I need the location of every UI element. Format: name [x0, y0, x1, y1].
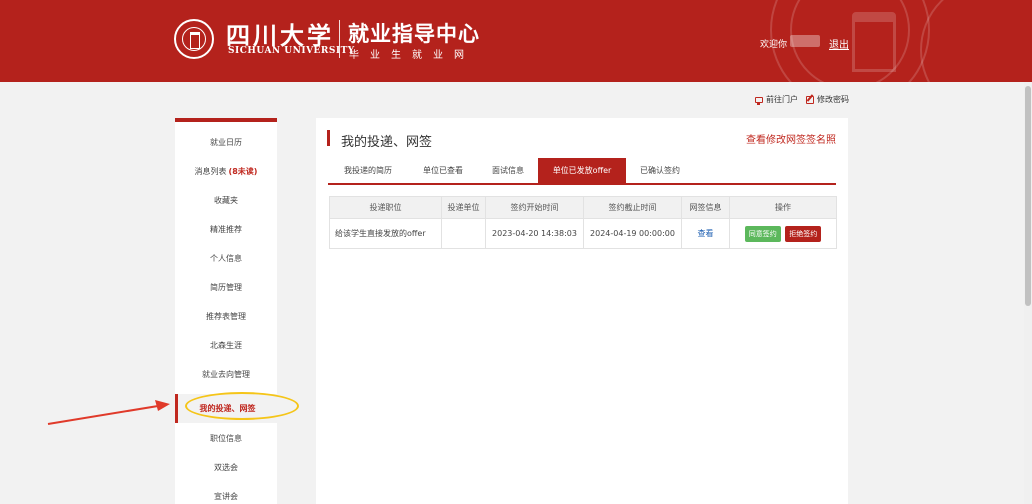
edit-icon: [806, 95, 814, 104]
agree-sign-button[interactable]: 同意签约: [744, 225, 781, 242]
col-header: 网签信息: [681, 196, 730, 219]
cell-end-time: 2024-04-19 00:00:00: [583, 218, 682, 249]
tab-label: 单位已发放offer: [552, 166, 612, 175]
tab-viewed[interactable]: 单位已查看: [408, 158, 478, 183]
top-links: 前往门户 修改密码: [755, 94, 849, 105]
table-header-row: 投递职位 投递单位 签约开始时间 签约截止时间 网签信息 操作: [329, 196, 837, 219]
cell-position: 给该学生直接发放的offer: [329, 218, 442, 249]
portal-link-label: 前往门户: [766, 95, 798, 104]
sidebar-item-job-fair[interactable]: 双选会: [175, 453, 277, 482]
sidebar-item-profile[interactable]: 个人信息: [175, 244, 277, 273]
unread-badge: (8未读): [228, 167, 258, 176]
tab-bar: 我投递的简历 单位已查看 面试信息 单位已发放offer 已确认签约: [328, 158, 836, 185]
sidebar-item-recommend[interactable]: 精准推荐: [175, 215, 277, 244]
sidebar-item-career[interactable]: 北森生涯: [175, 331, 277, 360]
tab-my-resumes[interactable]: 我投递的简历: [328, 158, 408, 183]
university-seal-icon[interactable]: [174, 19, 214, 59]
sidebar-item-seminar[interactable]: 宣讲会: [175, 482, 277, 504]
title-accent-bar: [327, 130, 330, 146]
cell-info: 查看: [681, 218, 730, 249]
sidebar-item-destination[interactable]: 就业去向管理: [175, 360, 277, 389]
watermark-ring-right: [920, 0, 1032, 82]
monitor-icon: [755, 96, 763, 105]
scrollbar-thumb[interactable]: [1025, 86, 1031, 306]
tab-offers[interactable]: 单位已发放offer: [538, 158, 626, 183]
sidebar-item-jobs[interactable]: 职位信息: [175, 424, 277, 453]
sidebar-item-favorites[interactable]: 收藏夹: [175, 186, 277, 215]
col-header: 投递单位: [441, 196, 486, 219]
reject-sign-button[interactable]: 拒绝签约: [785, 225, 822, 242]
annotation-highlight-ellipse: [185, 392, 299, 420]
brand-divider: [339, 20, 340, 58]
sidebar-item-label: 就业去向管理: [202, 370, 250, 379]
change-password-link[interactable]: 修改密码: [806, 94, 849, 105]
sidebar-menu: 就业日历 消息列表 (8未读) 收藏夹 精准推荐 个人信息 简历管理 推荐表管理…: [175, 118, 277, 504]
sidebar-item-referral[interactable]: 推荐表管理: [175, 302, 277, 331]
cell-start-time: 2023-04-20 14:38:03: [485, 218, 584, 249]
offers-table: 投递职位 投递单位 签约开始时间 签约截止时间 网签信息 操作 给该学生直接发放…: [329, 196, 837, 249]
col-header: 操作: [729, 196, 837, 219]
watermark-gate-icon: [852, 12, 896, 72]
site-subtitle: 毕业生就业网: [349, 50, 475, 61]
sidebar-item-label: 双选会: [214, 463, 238, 472]
col-header: 投递职位: [329, 196, 442, 219]
site-title: 就业指导中心: [348, 22, 480, 46]
sidebar-item-label: 职位信息: [210, 434, 242, 443]
sidebar-item-label: 个人信息: [210, 254, 242, 263]
sidebar-item-label: 精准推荐: [210, 225, 242, 234]
tab-label: 面试信息: [492, 166, 524, 175]
col-header: 签约截止时间: [583, 196, 682, 219]
main-panel: 我的投递、网签 查看修改网签签名照 我投递的简历 单位已查看 面试信息 单位已发…: [316, 118, 848, 504]
logout-link[interactable]: 退出: [829, 36, 849, 51]
view-contract-link[interactable]: 查看: [698, 229, 714, 238]
sidebar-item-label: 消息列表: [194, 167, 227, 176]
sidebar-item-label: 简历管理: [210, 283, 242, 292]
cell-actions: 同意签约 拒绝签约: [729, 218, 837, 249]
sidebar-item-messages[interactable]: 消息列表 (8未读): [175, 157, 277, 186]
page-title: 我的投递、网签: [341, 135, 433, 150]
university-name-en: SICHUAN UNIVERSITY: [228, 46, 355, 56]
site-header: 四川大学 SICHUAN UNIVERSITY 就业指导中心 毕业生就业网 欢迎…: [0, 0, 1032, 82]
sidebar-item-label: 推荐表管理: [206, 312, 246, 321]
col-header: 签约开始时间: [485, 196, 584, 219]
sidebar-item-label: 北森生涯: [210, 341, 242, 350]
change-password-label: 修改密码: [817, 95, 849, 104]
tab-label: 我投递的简历: [344, 166, 392, 175]
sidebar-item-calendar[interactable]: 就业日历: [175, 128, 277, 157]
welcome-text: 欢迎你: [760, 40, 788, 50]
sidebar-item-label: 宣讲会: [214, 492, 238, 501]
tab-signed[interactable]: 已确认签约: [626, 158, 694, 183]
sidebar-item-label: 就业日历: [210, 138, 242, 147]
tab-interviews[interactable]: 面试信息: [478, 158, 538, 183]
table-row: 给该学生直接发放的offer 2023-04-20 14:38:03 2024-…: [329, 218, 837, 249]
sidebar-item-resume[interactable]: 简历管理: [175, 273, 277, 302]
tab-label: 单位已查看: [423, 166, 463, 175]
edit-signature-link[interactable]: 查看修改网签签名照: [746, 131, 836, 146]
sidebar-item-label: 收藏夹: [214, 196, 238, 205]
tab-label: 已确认签约: [640, 166, 680, 175]
username-redacted: [790, 35, 820, 47]
portal-link[interactable]: 前往门户: [755, 94, 798, 105]
cell-company: [441, 218, 486, 249]
